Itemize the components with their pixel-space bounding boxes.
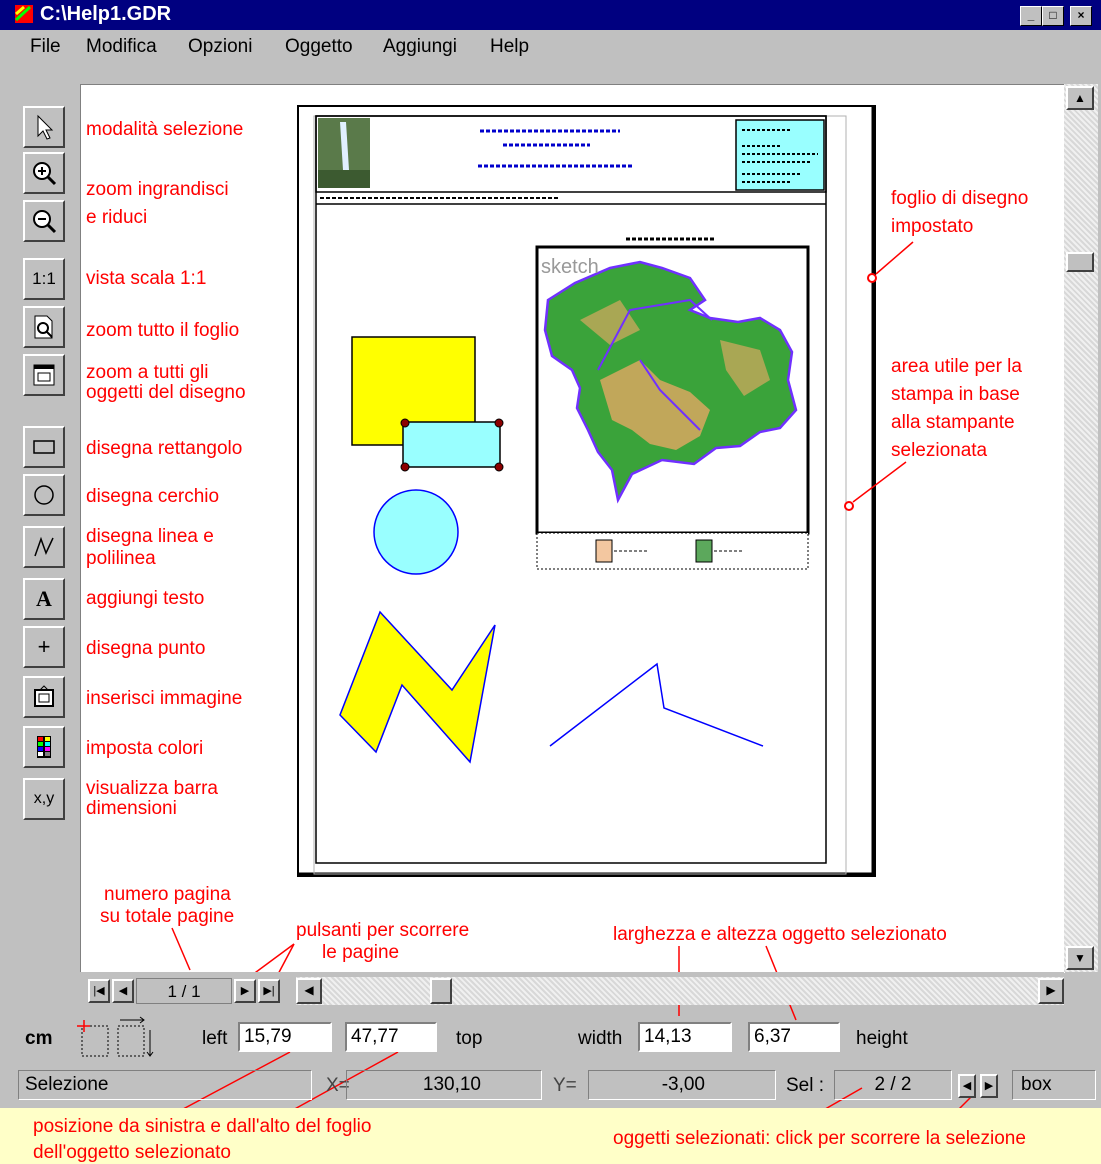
note-position-1: posizione da sinistra e dall'alto del fo… bbox=[33, 1116, 372, 1137]
annotation-scroll-1: pulsanti per scorrere bbox=[296, 920, 470, 941]
annotation-pagenum-1: numero pagina bbox=[104, 884, 231, 905]
annotation-circle: disegna cerchio bbox=[86, 486, 220, 507]
rectangle-tool-button[interactable] bbox=[23, 426, 65, 468]
annotation-point: disegna punto bbox=[86, 638, 206, 659]
mode-status: Selezione bbox=[18, 1070, 312, 1100]
annotation-sheet-2: impostato bbox=[891, 216, 974, 237]
top-field[interactable]: 47,77 bbox=[345, 1022, 437, 1052]
scroll-up-button[interactable]: ▲ bbox=[1066, 86, 1094, 110]
scroll-down-button[interactable]: ▼ bbox=[1066, 946, 1094, 970]
horizontal-scroll-thumb[interactable] bbox=[430, 978, 452, 1004]
zoom-objects-icon bbox=[33, 364, 55, 386]
zoom-in-icon bbox=[33, 162, 57, 186]
note-position-2: dell'oggetto selezionato bbox=[33, 1142, 231, 1163]
height-label: height bbox=[856, 1028, 908, 1049]
selection-count: 2 / 2 bbox=[834, 1070, 952, 1100]
left-label: left bbox=[202, 1028, 228, 1049]
color-palette-icon bbox=[37, 736, 51, 758]
first-page-button[interactable]: |◀ bbox=[88, 979, 110, 1003]
width-field[interactable]: 14,13 bbox=[638, 1022, 732, 1052]
zoom-out-button[interactable] bbox=[23, 200, 65, 242]
next-page-button[interactable]: ▶ bbox=[234, 979, 256, 1003]
prev-selection-button[interactable]: ◀ bbox=[958, 1074, 976, 1098]
next-selection-button[interactable]: ▶ bbox=[980, 1074, 998, 1098]
colors-tool-button[interactable] bbox=[23, 726, 65, 768]
position-size-icon bbox=[77, 1016, 154, 1057]
point-tool-button[interactable]: + bbox=[23, 626, 65, 668]
width-label: width bbox=[578, 1028, 623, 1049]
annotation-zoom-2: e riduci bbox=[86, 207, 148, 228]
polyline-icon bbox=[34, 536, 54, 557]
y-label: Y= bbox=[553, 1075, 577, 1096]
annotation-sheet-1: foglio di disegno bbox=[891, 188, 1029, 209]
annotation-rect: disegna rettangolo bbox=[86, 438, 243, 459]
select-tool-button[interactable] bbox=[23, 106, 65, 148]
zoom-out-icon bbox=[33, 210, 57, 234]
scroll-right-button[interactable]: ▶ bbox=[1038, 978, 1064, 1004]
annotation-zoom-objects-1: zoom a tutti gli bbox=[86, 362, 209, 383]
annotation-pagenum-2: su totale pagine bbox=[100, 906, 235, 927]
image-frame-icon bbox=[34, 685, 54, 707]
annotation-zoom-objects-2: oggetti del disegno bbox=[86, 382, 246, 403]
height-field[interactable]: 6,37 bbox=[748, 1022, 840, 1052]
annotation-dimbar-1: visualizza barra bbox=[86, 778, 218, 799]
zoom-in-button[interactable] bbox=[23, 152, 65, 194]
prev-page-button[interactable]: ◀ bbox=[112, 979, 134, 1003]
annotation-dimbar-2: dimensioni bbox=[86, 798, 177, 819]
annotation-image: inserisci immagine bbox=[86, 688, 243, 709]
scale-1-1-button[interactable]: 1:1 bbox=[23, 258, 65, 300]
arrow-cursor-icon bbox=[37, 114, 54, 140]
line-tool-button[interactable] bbox=[23, 526, 65, 568]
y-coordinate: -3,00 bbox=[588, 1070, 776, 1100]
vertical-scrollbar[interactable] bbox=[1064, 84, 1098, 972]
sketch-label: sketch bbox=[541, 256, 599, 278]
top-label: top bbox=[456, 1028, 483, 1049]
annotation-line-1: disegna linea e bbox=[86, 526, 214, 547]
image-tool-button[interactable] bbox=[23, 676, 65, 718]
circle-tool-button[interactable] bbox=[23, 474, 65, 516]
annotation-scroll-2: le pagine bbox=[322, 942, 400, 963]
vertical-scroll-thumb[interactable] bbox=[1066, 252, 1094, 272]
annotation-print-4: selezionata bbox=[891, 440, 988, 461]
horizontal-scrollbar[interactable] bbox=[296, 977, 1064, 1005]
annotation-text: aggiungi testo bbox=[86, 588, 205, 609]
zoom-objects-button[interactable] bbox=[23, 354, 65, 396]
annotation-size: larghezza e altezza oggetto selezionato bbox=[613, 924, 947, 945]
note-selected: oggetti selezionati: click per scorrere … bbox=[613, 1128, 1026, 1149]
annotation-zoom-1: zoom ingrandisci bbox=[86, 179, 229, 200]
page-indicator: 1 / 1 bbox=[136, 978, 232, 1004]
x-coordinate: 130,10 bbox=[346, 1070, 542, 1100]
left-field[interactable]: 15,79 bbox=[238, 1022, 332, 1052]
annotation-scale: vista scala 1:1 bbox=[86, 268, 207, 289]
unit-label: cm bbox=[25, 1028, 53, 1049]
annotation-print-3: alla stampante bbox=[891, 412, 1015, 433]
object-type-status: box bbox=[1012, 1070, 1096, 1100]
selection-label: Sel : bbox=[786, 1075, 825, 1096]
scroll-left-button[interactable]: ◀ bbox=[296, 978, 322, 1004]
annotation-zoom-sheet: zoom tutto il foglio bbox=[86, 320, 240, 341]
annotation-select: modalità selezione bbox=[86, 119, 244, 140]
zoom-page-icon bbox=[34, 315, 53, 339]
rectangle-icon bbox=[33, 440, 55, 454]
dimension-bar-button[interactable]: x,y bbox=[23, 778, 65, 820]
annotation-print-1: area utile per la bbox=[891, 356, 1022, 377]
annotation-print-2: stampa in base bbox=[891, 384, 1020, 405]
last-page-button[interactable]: ▶| bbox=[258, 979, 280, 1003]
annotation-colors: imposta colori bbox=[86, 738, 204, 759]
circle-icon bbox=[34, 485, 54, 505]
zoom-sheet-button[interactable] bbox=[23, 306, 65, 348]
annotation-line-2: polilinea bbox=[86, 548, 156, 569]
text-tool-button[interactable]: A bbox=[23, 578, 65, 620]
